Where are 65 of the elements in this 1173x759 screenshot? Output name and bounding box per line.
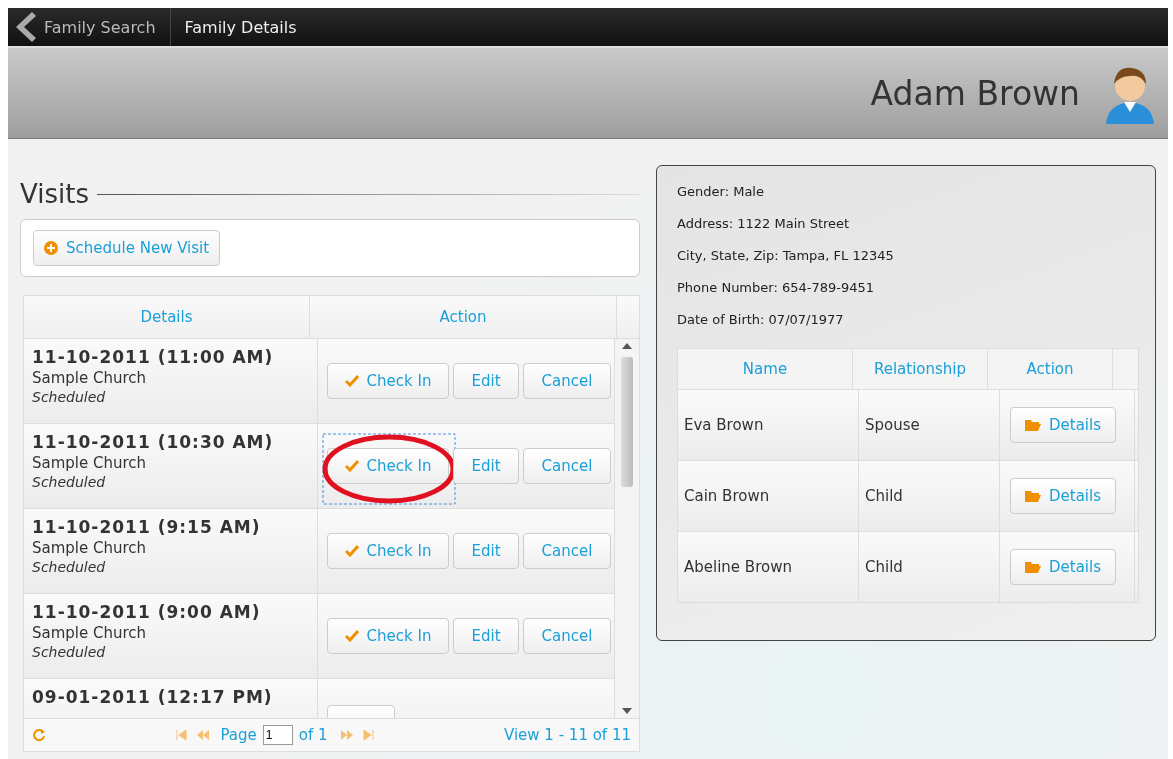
edit-button[interactable]: Edit [453,533,519,569]
first-page-icon[interactable] [176,730,189,740]
checkmark-icon [344,545,359,557]
member-name: Cain Brown [684,487,770,505]
scroll-up-icon [622,343,633,349]
page-title: Family Details [183,17,297,37]
visit-date: 11-10-2011 (11:00 AM) [32,347,274,367]
next-page-icon[interactable] [339,730,354,740]
info-line: City, State, Zip: Tampa, FL 12345 [677,248,895,265]
scroll-down-icon [622,708,633,714]
plus-circle-icon [44,241,58,255]
check-in-button[interactable]: Check In [327,448,449,484]
folder-icon [1025,419,1041,431]
member-name: Eva Brown [684,416,764,434]
page-input[interactable]: 1 [262,725,293,745]
check-in-button[interactable]: Check In [327,533,449,569]
edit-button[interactable]: Edit [453,448,519,484]
member-relationship: Spouse [865,416,920,434]
edit-button[interactable]: Edit [453,363,519,399]
info-line: Address: 1122 Main Street [677,216,851,233]
section-title: Visits [20,179,89,209]
visit-date: 11-10-2011 (10:30 AM) [32,432,274,452]
last-page-icon[interactable] [361,730,374,740]
edit-button[interactable]: Edit [453,618,519,654]
scrollbar-thumb[interactable] [621,357,634,487]
folder-icon [1025,490,1041,502]
visit-date: 11-10-2011 (9:15 AM) [32,517,261,537]
column-header[interactable]: Details [24,296,310,338]
visit-status: Scheduled [32,389,106,405]
member-relationship: Child [865,487,903,505]
schedule-visit-button[interactable]: Schedule New Visit [33,230,221,266]
details-button[interactable]: Details [1010,407,1116,443]
visit-status: Scheduled [32,474,106,490]
checkmark-icon [344,375,359,387]
details-button[interactable]: Details [1010,478,1116,514]
page-count: of 1 [298,726,328,744]
user-name: Adam Brown [870,73,1080,113]
info-line: Date of Birth: 07/07/1977 [677,312,845,329]
visit-status: Scheduled [32,644,106,660]
visit-place: Sample Church [32,454,147,472]
cancel-button[interactable]: Cancel [523,363,611,399]
refresh-icon[interactable] [32,728,46,742]
details-button[interactable]: Details [1010,549,1116,585]
page-label: Page [220,726,257,744]
visit-status: Scheduled [32,559,106,575]
checkmark-icon [344,460,359,472]
visit-date: 09-01-2011 (12:17 PM) [32,687,273,707]
info-line: Gender: Male [677,184,765,201]
check-in-button[interactable]: Check In [327,363,449,399]
cancel-button[interactable]: Cancel [523,618,611,654]
visit-place: Sample Church [32,369,147,387]
cancel-button[interactable]: Cancel [523,533,611,569]
info-line: Phone Number: 654-789-9451 [677,280,875,297]
check-in-button[interactable]: Check In [327,618,449,654]
column-header[interactable]: Action [310,296,617,338]
checkmark-icon [344,630,359,642]
member-relationship: Child [865,558,903,576]
visit-place: Sample Church [32,539,147,557]
folder-icon [1025,561,1041,573]
records-count: View 1 - 11 of 11 [504,726,631,744]
member-name: Abeline Brown [684,558,792,576]
visit-place: Sample Church [32,624,147,642]
cancel-button[interactable]: Cancel [523,448,611,484]
visit-date: 11-10-2011 (9:00 AM) [32,602,261,622]
previous-page-icon[interactable] [196,730,211,740]
